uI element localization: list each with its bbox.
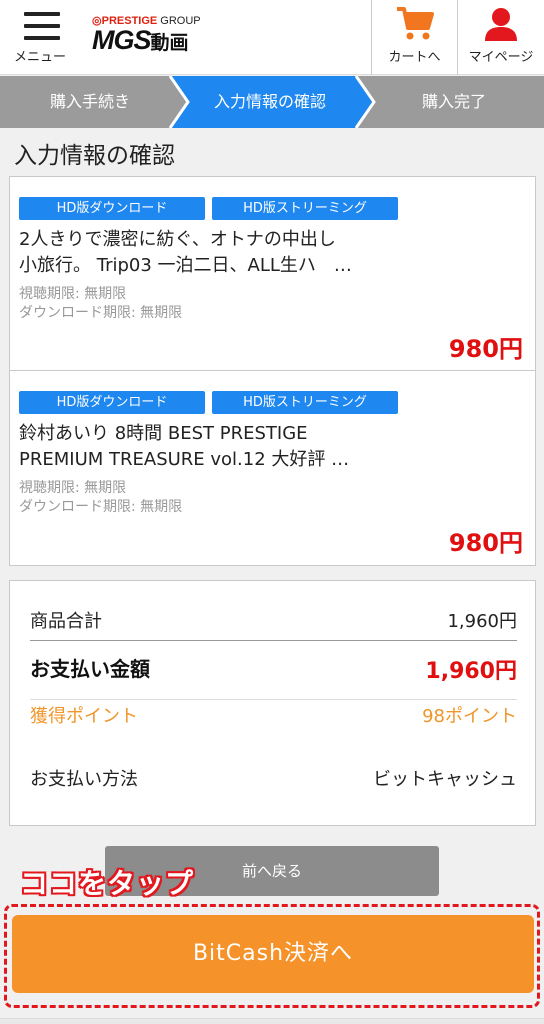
download-period: ダウンロード期限: 無期限 — [19, 499, 183, 515]
logo-main-text: MGS動画 — [92, 25, 189, 55]
cart-items: HD版ダウンロード HD版ストリーミング 2人きりで濃密に紡ぐ、オトナの中出し … — [9, 176, 536, 566]
view-period: 視聴期限: 無期限 — [19, 480, 127, 496]
subtotal-value: 1,960円 — [447, 611, 517, 632]
step-purchase: 購入手続き — [49, 92, 130, 111]
item-price: 980円 — [448, 335, 523, 363]
view-period: 視聴期限: 無期限 — [19, 286, 127, 302]
total-row: お支払い金額 1,960円 — [30, 653, 517, 685]
item-title: 2人きりで濃密に紡ぐ、オトナの中出し 小旅行。 Trip03 一泊二日、ALL生… — [19, 229, 352, 276]
item-price: 980円 — [448, 529, 523, 557]
item-title: 鈴村あいり 8時間 BEST PRESTIGE PREMIUM TREASURE… — [19, 423, 350, 470]
item-periods: 視聴期限: 無期限 ダウンロード期限: 無期限 — [19, 285, 182, 323]
subtotal-row: 商品合計 1,960円 — [30, 607, 517, 641]
total-label: お支払い金額 — [30, 657, 150, 681]
download-badge: HD版ダウンロード — [19, 391, 205, 414]
mypage-label: マイページ — [468, 50, 534, 65]
list-item[interactable]: HD版ダウンロード HD版ストリーミング 鈴村あいり 8時間 BEST PRES… — [10, 371, 535, 564]
streaming-badge: HD版ストリーミング — [212, 391, 398, 414]
step-complete: 購入完了 — [421, 92, 486, 111]
cart-icon — [396, 7, 434, 40]
payment-method-label: お支払い方法 — [30, 769, 138, 790]
payment-method-row: お支払い方法 ビットキャッシュ — [30, 765, 517, 795]
order-summary: 商品合計 1,960円 お支払い金額 1,960円 獲得ポイント 98ポイント … — [9, 580, 536, 826]
item-periods: 視聴期限: 無期限 ダウンロード期限: 無期限 — [19, 479, 182, 517]
total-value: 1,960円 — [425, 659, 517, 684]
tap-here-annotation: ココをタップ — [20, 867, 195, 900]
bottom-divider — [0, 1018, 544, 1024]
subtotal-label: 商品合計 — [30, 611, 102, 632]
header: メニュー ◎PRESTIGE GROUP MGS動画 カートへ マイページ — [0, 0, 544, 75]
mypage-button[interactable]: マイページ — [458, 0, 544, 75]
payment-method-value: ビットキャッシュ — [373, 769, 517, 790]
page-title: 入力情報の確認 — [14, 143, 175, 169]
bitcash-pay-button[interactable]: BitCash決済へ — [12, 915, 534, 993]
points-label: 獲得ポイント — [30, 706, 138, 727]
download-badge: HD版ダウンロード — [19, 197, 205, 220]
hamburger-icon — [24, 12, 60, 40]
menu-button[interactable]: メニュー — [0, 0, 74, 75]
streaming-badge: HD版ストリーミング — [212, 197, 398, 220]
download-period: ダウンロード期限: 無期限 — [19, 305, 183, 321]
user-icon — [485, 8, 517, 41]
points-value: 98ポイント — [422, 706, 517, 727]
list-item[interactable]: HD版ダウンロード HD版ストリーミング 2人きりで濃密に紡ぐ、オトナの中出し … — [10, 177, 535, 371]
menu-label: メニュー — [13, 50, 66, 65]
cart-button[interactable]: カートへ — [372, 0, 457, 75]
step-confirm: 入力情報の確認 — [213, 92, 326, 111]
cart-label: カートへ — [388, 50, 441, 65]
mgs-logo[interactable]: ◎PRESTIGE GROUP MGS動画 — [92, 14, 242, 54]
progress-steps: 購入手続き 入力情報の確認 購入完了 — [0, 76, 544, 128]
points-row: 獲得ポイント 98ポイント — [30, 699, 517, 733]
